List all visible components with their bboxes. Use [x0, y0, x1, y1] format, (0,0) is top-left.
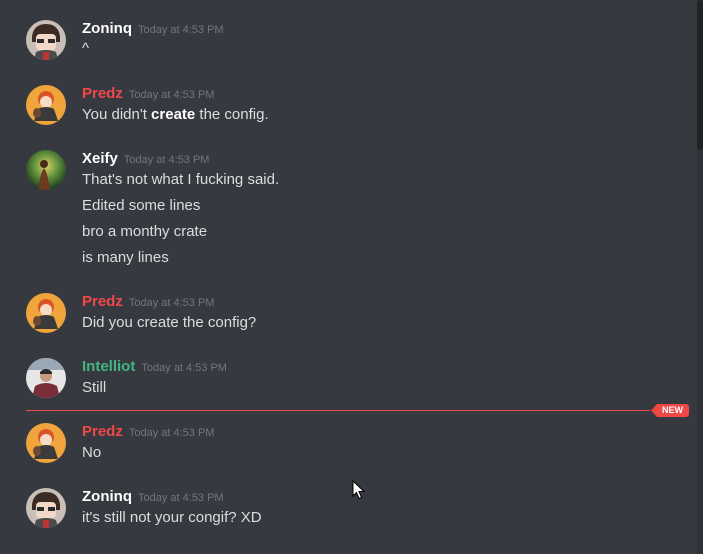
- timestamp: Today at 4:53 PM: [137, 492, 224, 504]
- timestamp: Today at 4:53 PM: [137, 24, 224, 36]
- timestamp: Today at 4:53 PM: [128, 297, 215, 309]
- avatar[interactable]: [26, 20, 66, 60]
- message-header: Intelliot Today at 4:53 PM: [82, 358, 227, 378]
- scrollbar-thumb[interactable]: [697, 0, 703, 150]
- message-text: is many lines: [82, 249, 169, 266]
- mouse-cursor-icon: [352, 479, 366, 505]
- username[interactable]: Predz: [82, 85, 123, 102]
- message-text: bro a monthy crate: [82, 223, 208, 240]
- username[interactable]: Predz: [82, 293, 123, 310]
- new-messages-divider: [26, 410, 650, 411]
- message-text: Still: [82, 379, 107, 396]
- message-text: Edited some lines: [82, 197, 201, 214]
- avatar[interactable]: [26, 358, 66, 398]
- message-text: No: [82, 444, 102, 461]
- message-text: That's not what I fucking said.: [82, 171, 280, 188]
- username[interactable]: Xeify: [82, 150, 118, 167]
- avatar[interactable]: [26, 293, 66, 333]
- timestamp: Today at 4:53 PM: [128, 89, 215, 101]
- avatar[interactable]: [26, 488, 66, 528]
- message-text: Did you create the config?: [82, 314, 257, 331]
- avatar[interactable]: [26, 85, 66, 125]
- timestamp: Today at 4:53 PM: [128, 427, 215, 439]
- message-header: Xeify Today at 4:53 PM: [82, 150, 209, 170]
- username[interactable]: Zoninq: [82, 20, 132, 37]
- message-text: ^: [82, 40, 90, 57]
- message-header: Zoninq Today at 4:53 PM: [82, 20, 224, 40]
- message-text: You didn't create the config.: [82, 106, 269, 123]
- username[interactable]: Predz: [82, 423, 123, 440]
- username[interactable]: Intelliot: [82, 358, 135, 375]
- chat-messages: Zoninq Today at 4:53 PM ^ Predz Today at 4…: [0, 0, 697, 554]
- username[interactable]: Zoninq: [82, 488, 132, 505]
- scrollbar[interactable]: [697, 0, 703, 554]
- message-header: Predz Today at 4:53 PM: [82, 293, 214, 313]
- message-header: Predz Today at 4:53 PM: [82, 423, 214, 443]
- new-messages-badge: NEW: [651, 404, 689, 417]
- message-header: Zoninq Today at 4:53 PM: [82, 488, 224, 508]
- message-header: Predz Today at 4:53 PM: [82, 85, 214, 105]
- timestamp: Today at 4:53 PM: [123, 154, 210, 166]
- message-text: it's still not your congif? XD: [82, 509, 262, 526]
- avatar[interactable]: [26, 150, 66, 190]
- avatar[interactable]: [26, 423, 66, 463]
- timestamp: Today at 4:53 PM: [141, 362, 227, 374]
